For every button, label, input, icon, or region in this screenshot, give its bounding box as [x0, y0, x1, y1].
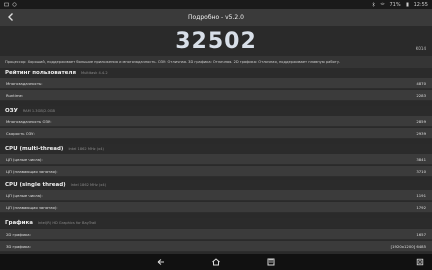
row-value: 4870: [416, 80, 426, 86]
navigation-bar: [0, 254, 432, 270]
result-row: Многозадачность: 4870: [0, 78, 432, 89]
app-icon: [12, 2, 17, 7]
section-title: Графика: [5, 220, 33, 226]
row-value: 1657: [416, 231, 426, 237]
row-label: 2D графика:: [6, 231, 31, 237]
row-value: 2283: [416, 92, 426, 98]
status-left: [0, 2, 17, 7]
row-label: ЦП (плавающая запятая):: [6, 204, 58, 210]
result-row: Многозадачность ОЗУ: 2859: [0, 116, 432, 127]
section-subtitle: Intel 1862 MHz (x4): [68, 147, 104, 151]
status-bar: 71% 12:55: [0, 0, 432, 9]
row-label: ЦП (целые числа):: [6, 192, 43, 198]
row-label: Скорость ОЗУ:: [6, 130, 35, 136]
result-row: ЦП (целые числа): 1191: [0, 190, 432, 201]
wifi-icon: [380, 2, 386, 5]
back-nav-icon[interactable]: [156, 258, 166, 266]
section-title: ОЗУ: [5, 108, 18, 114]
row-label: Многозадачность:: [6, 80, 43, 86]
section-subtitle: Intel 1862 MHz (x4): [70, 183, 107, 187]
status-right: 71% 12:55: [371, 2, 432, 8]
screenshot-icon[interactable]: [416, 258, 424, 266]
section-cpu-single: CPU (single thread) Intel 1862 MHz (x4): [0, 180, 432, 190]
row-label: 3D графика:: [6, 243, 31, 249]
section-subtitle: Multitask 4.4.2: [80, 71, 108, 75]
result-row: 2D графика: 1657: [0, 229, 432, 240]
section-title: CPU (single thread): [5, 182, 66, 188]
back-icon[interactable]: [6, 12, 16, 22]
row-value: 2939: [416, 130, 426, 136]
row-label: Runtime:: [6, 92, 24, 98]
result-row: 3D графика: [1920x1200] 6485: [0, 241, 432, 252]
result-row: Скорость ОЗУ: 2939: [0, 128, 432, 139]
section-graphics: Графика Intel(R) HD Graphics for BayTrai…: [0, 218, 432, 228]
row-label: ЦП (плавающая запятая):: [6, 168, 58, 174]
home-icon[interactable]: [211, 258, 221, 266]
device-label: K014: [415, 46, 426, 51]
top-bar: Подробно - v5.2.0: [0, 9, 432, 26]
battery-icon: [406, 2, 409, 7]
battery-percent: 71%: [389, 1, 401, 8]
section-user-rating: Рейтинг пользователя Multitask 4.4.2: [0, 68, 432, 78]
result-row: Runtime: 2283: [0, 90, 432, 101]
result-row: ЦП (плавающая запятая): 3710: [0, 166, 432, 177]
section-cpu-multi: CPU (multi-thread) Intel 1862 MHz (x4): [0, 144, 432, 154]
section-subtitle: RAM 1.3GB/2.0GB: [22, 109, 56, 113]
row-label: ЦП (целые числа):: [6, 156, 43, 162]
image-icon: [4, 2, 9, 7]
score-area: 32502 K014: [0, 26, 432, 56]
section-subtitle: Intel(R) HD Graphics for BayTrail: [37, 221, 97, 225]
result-row: ЦП (целые числа): 3841: [0, 154, 432, 165]
section-title: Рейтинг пользователя: [5, 70, 76, 76]
summary-text: Процессор: Хороший, поддерживает большие…: [0, 56, 432, 68]
row-label: Многозадачность ОЗУ:: [6, 118, 52, 124]
recent-apps-icon[interactable]: [266, 258, 276, 266]
clock: 12:55: [413, 1, 428, 8]
section-title: CPU (multi-thread): [5, 146, 64, 152]
row-value: 1191: [416, 192, 426, 198]
row-value: 3841: [416, 156, 426, 162]
page-title: Подробно - v5.2.0: [188, 14, 244, 21]
bluetooth-icon: [372, 2, 376, 7]
result-row: ЦП (плавающая запятая): 1792: [0, 202, 432, 213]
row-value: [1920x1200] 6485: [390, 243, 426, 249]
results-list: Рейтинг пользователя Multitask 4.4.2 Мно…: [0, 68, 432, 254]
total-score: 32502: [175, 29, 257, 54]
row-value: 1792: [416, 204, 426, 210]
row-value: 3710: [416, 168, 426, 174]
section-ram: ОЗУ RAM 1.3GB/2.0GB: [0, 106, 432, 116]
row-value: 2859: [416, 118, 426, 124]
